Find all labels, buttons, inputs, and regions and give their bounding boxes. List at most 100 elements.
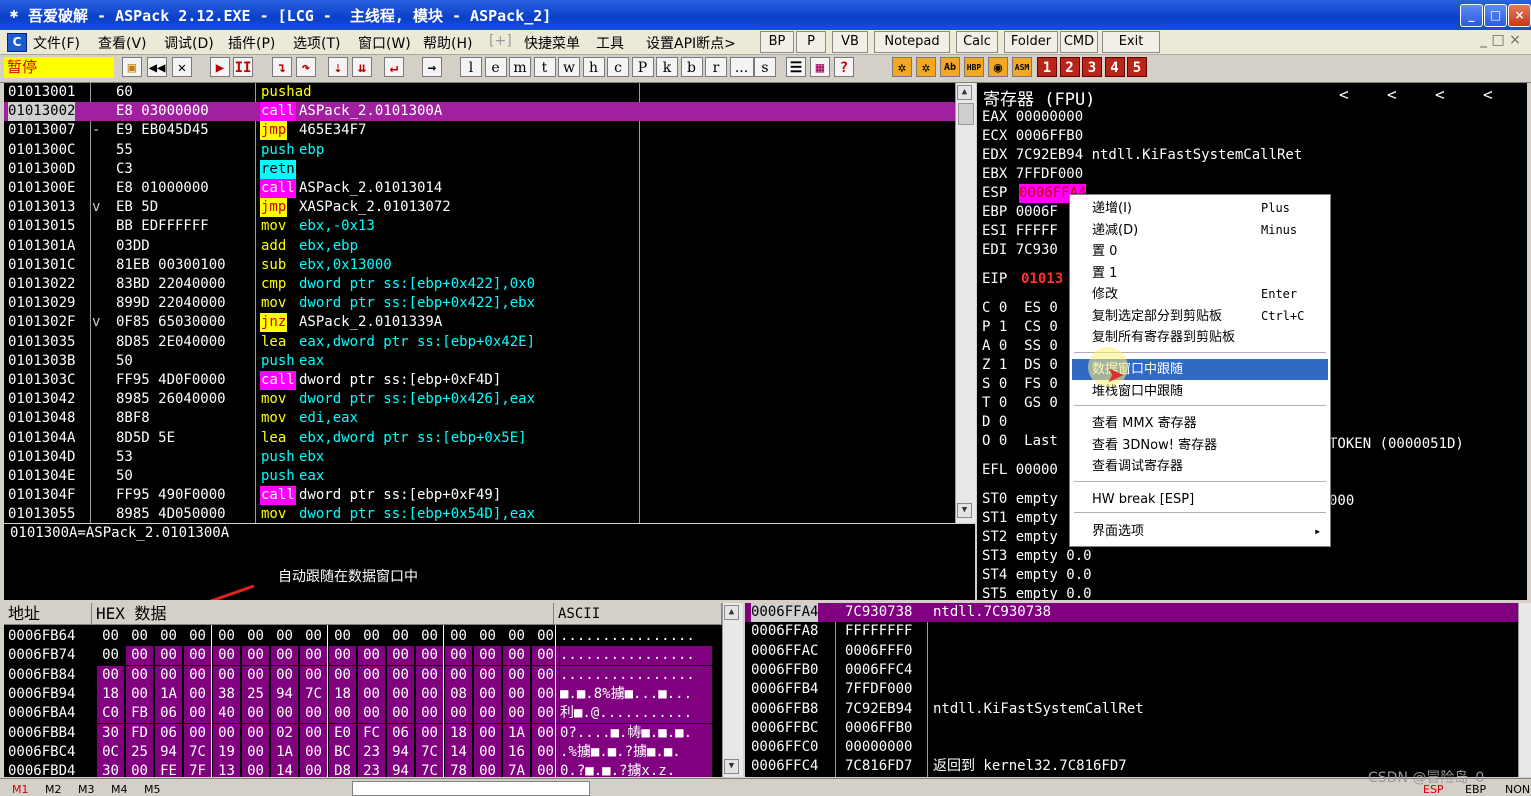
none-label[interactable]: NONE bbox=[1505, 783, 1531, 796]
scroll-down-icon[interactable]: ▼ bbox=[957, 503, 972, 518]
dump-ascii[interactable]: .%擄■.■.?擄■.■. bbox=[560, 742, 712, 762]
disasm-row[interactable]: 0101301C 81EB 00300100 sub ebx,0x13000 bbox=[4, 256, 955, 275]
window-number-button[interactable]: 4 bbox=[1104, 57, 1125, 77]
dump-byte[interactable]: 1A bbox=[503, 723, 530, 743]
dump-byte[interactable]: 00 bbox=[184, 684, 211, 704]
dump-byte[interactable]: 00 bbox=[126, 646, 153, 666]
dump-address[interactable]: 0006FB84 bbox=[8, 666, 75, 685]
dump-byte[interactable]: 00 bbox=[503, 646, 530, 666]
register-line[interactable]: EAX 00000000 bbox=[982, 108, 1083, 127]
dump-byte[interactable]: 25 bbox=[126, 742, 153, 762]
dump-byte[interactable]: 08 bbox=[445, 684, 472, 704]
disasm-row[interactable]: 01013015 BB EDFFFFFF mov ebx,-0x13 bbox=[4, 217, 955, 236]
menu-window[interactable]: 窗口(W) bbox=[358, 33, 411, 53]
disasm-row[interactable]: 01013002 E8 03000000 call ASPack_2.0101300A bbox=[4, 102, 955, 122]
context-menu-item[interactable]: 界面选项 ▸ bbox=[1072, 521, 1328, 542]
disassembly-pane[interactable]: 01013001 60 pushad 01013002 E8 03000000 call A… bbox=[4, 83, 955, 523]
dump-byte[interactable]: 00 bbox=[358, 627, 385, 646]
dump-byte[interactable]: 00 bbox=[416, 627, 443, 646]
dump-byte[interactable]: 00 bbox=[271, 665, 298, 685]
list-icon[interactable]: ☰ bbox=[786, 57, 806, 77]
dump-byte[interactable]: 00 bbox=[416, 646, 443, 666]
dump-header-address[interactable]: 地址 bbox=[4, 603, 92, 625]
menu-debug[interactable]: 调试(D) bbox=[164, 33, 214, 53]
dump-byte[interactable]: D8 bbox=[329, 762, 356, 777]
dump-byte[interactable]: FD bbox=[126, 723, 153, 743]
window-number-button[interactable]: 2 bbox=[1059, 57, 1080, 77]
dump-byte[interactable]: 23 bbox=[358, 742, 385, 762]
register-nav-arrow[interactable]: < bbox=[1435, 85, 1445, 104]
stack-row[interactable]: 0006FFB0 0006FFC4 bbox=[745, 661, 1518, 680]
dump-byte[interactable]: 00 bbox=[300, 742, 327, 762]
dump-byte[interactable]: 00 bbox=[474, 762, 501, 777]
toolbar-letter-button[interactable]: ... bbox=[729, 57, 754, 77]
stack-row[interactable]: 0006FFA8 FFFFFFFF bbox=[745, 622, 1518, 641]
menu-plugins[interactable]: 插件(P) bbox=[228, 33, 275, 53]
register-line[interactable]: EDI 7C930 bbox=[982, 241, 1058, 260]
dump-byte[interactable]: 00 bbox=[184, 723, 211, 743]
register-line[interactable]: ESI FFFFF bbox=[982, 222, 1058, 241]
dump-byte[interactable]: 00 bbox=[503, 704, 530, 724]
register-line[interactable]: O 0 Last bbox=[982, 432, 1058, 451]
dump-byte[interactable]: 00 bbox=[126, 684, 153, 704]
dump-byte[interactable]: 00 bbox=[242, 665, 269, 685]
register-line[interactable]: ST0 empty bbox=[982, 490, 1058, 509]
toolbar-letter-button[interactable]: h bbox=[582, 57, 605, 77]
stack-pane[interactable]: 0006FFA4 7C930738 ntdll.7C930738 0006FFA8 FF… bbox=[745, 603, 1518, 777]
dump-byte[interactable]: 00 bbox=[300, 627, 327, 646]
dump-ascii[interactable]: 0?....■.帱■.■.■. bbox=[560, 723, 712, 743]
register-line[interactable]: ECX 0006FFB0 bbox=[982, 127, 1083, 146]
dump-byte[interactable]: 00 bbox=[474, 704, 501, 724]
dump-byte[interactable]: 00 bbox=[184, 704, 211, 724]
dump-byte[interactable]: 00 bbox=[503, 665, 530, 685]
dump-byte[interactable]: 00 bbox=[358, 704, 385, 724]
toolbar-letter-button[interactable]: l bbox=[460, 57, 482, 77]
dump-byte[interactable]: 00 bbox=[271, 627, 298, 646]
disasm-row[interactable]: 0101303C FF95 4D0F0000 call dword ptr ss:[e… bbox=[4, 371, 955, 390]
exit-button[interactable]: Exit bbox=[1102, 31, 1160, 53]
dump-scroll-down-icon[interactable]: ▼ bbox=[724, 759, 739, 774]
register-line[interactable]: A 0 SS 0 bbox=[982, 337, 1058, 356]
disasm-row[interactable]: 0101302F v 0F85 65030000 jnz ASPack_2.010133… bbox=[4, 313, 955, 333]
register-line[interactable]: ST4 empty 0.0 bbox=[982, 566, 1092, 585]
register-line[interactable]: ESP bbox=[982, 184, 1007, 203]
dump-scrollbar[interactable]: ▲ ▼ bbox=[722, 603, 743, 777]
dump-byte[interactable]: 00 bbox=[213, 646, 240, 666]
dump-byte[interactable]: 94 bbox=[387, 762, 414, 777]
menu-help[interactable]: 帮助(H) bbox=[423, 33, 472, 53]
stack-row[interactable]: 0006FFB8 7C92EB94 ntdll.KiFastSystemCallRe… bbox=[745, 700, 1518, 719]
disasm-row[interactable]: 01013029 899D 22040000 mov dword ptr ss:[eb… bbox=[4, 294, 955, 313]
disasm-row[interactable]: 01013013 v EB 5D jmp XASPack_2.01013072 bbox=[4, 198, 955, 218]
goto-icon[interactable]: → bbox=[422, 57, 442, 77]
dump-byte[interactable]: 00 bbox=[358, 646, 385, 666]
dump-byte[interactable]: 00 bbox=[416, 704, 443, 724]
disasm-row[interactable]: 0101304E 50 push eax bbox=[4, 467, 955, 486]
trace-over-icon[interactable]: ⇊ bbox=[352, 57, 372, 77]
menu-options[interactable]: 选项(T) bbox=[293, 33, 340, 53]
dump-byte[interactable]: 40 bbox=[213, 704, 240, 724]
dump-byte[interactable]: FE bbox=[155, 762, 182, 777]
dump-byte[interactable]: 94 bbox=[271, 684, 298, 704]
stack-row[interactable]: 0006FFC0 00000000 bbox=[745, 738, 1518, 757]
dump-byte[interactable]: 00 bbox=[271, 704, 298, 724]
window-number-button[interactable]: 5 bbox=[1127, 57, 1147, 77]
dump-byte[interactable]: 00 bbox=[445, 627, 472, 646]
stack-row[interactable]: 0006FFAC 0006FFF0 bbox=[745, 642, 1518, 661]
bp-button[interactable]: BP bbox=[760, 31, 794, 53]
cmd-button[interactable]: CMD bbox=[1060, 31, 1098, 53]
context-menu-item[interactable]: 修改 Enter bbox=[1072, 284, 1328, 305]
register-line[interactable]: EIP bbox=[982, 270, 1007, 289]
dump-byte[interactable]: 00 bbox=[126, 627, 153, 646]
dump-byte[interactable]: 00 bbox=[155, 646, 182, 666]
dump-byte[interactable]: 7C bbox=[184, 742, 211, 762]
disasm-row[interactable]: 01013001 60 pushad bbox=[4, 83, 955, 102]
dump-byte[interactable]: 00 bbox=[242, 723, 269, 743]
dump-byte[interactable]: 00 bbox=[300, 646, 327, 666]
dump-byte[interactable]: 18 bbox=[445, 723, 472, 743]
help-icon[interactable]: ? bbox=[834, 57, 854, 77]
dump-byte[interactable]: 00 bbox=[445, 704, 472, 724]
dump-byte[interactable]: 06 bbox=[155, 704, 182, 724]
dump-byte[interactable]: 00 bbox=[474, 723, 501, 743]
dump-byte[interactable]: 00 bbox=[474, 665, 501, 685]
dump-byte[interactable]: 00 bbox=[445, 665, 472, 685]
